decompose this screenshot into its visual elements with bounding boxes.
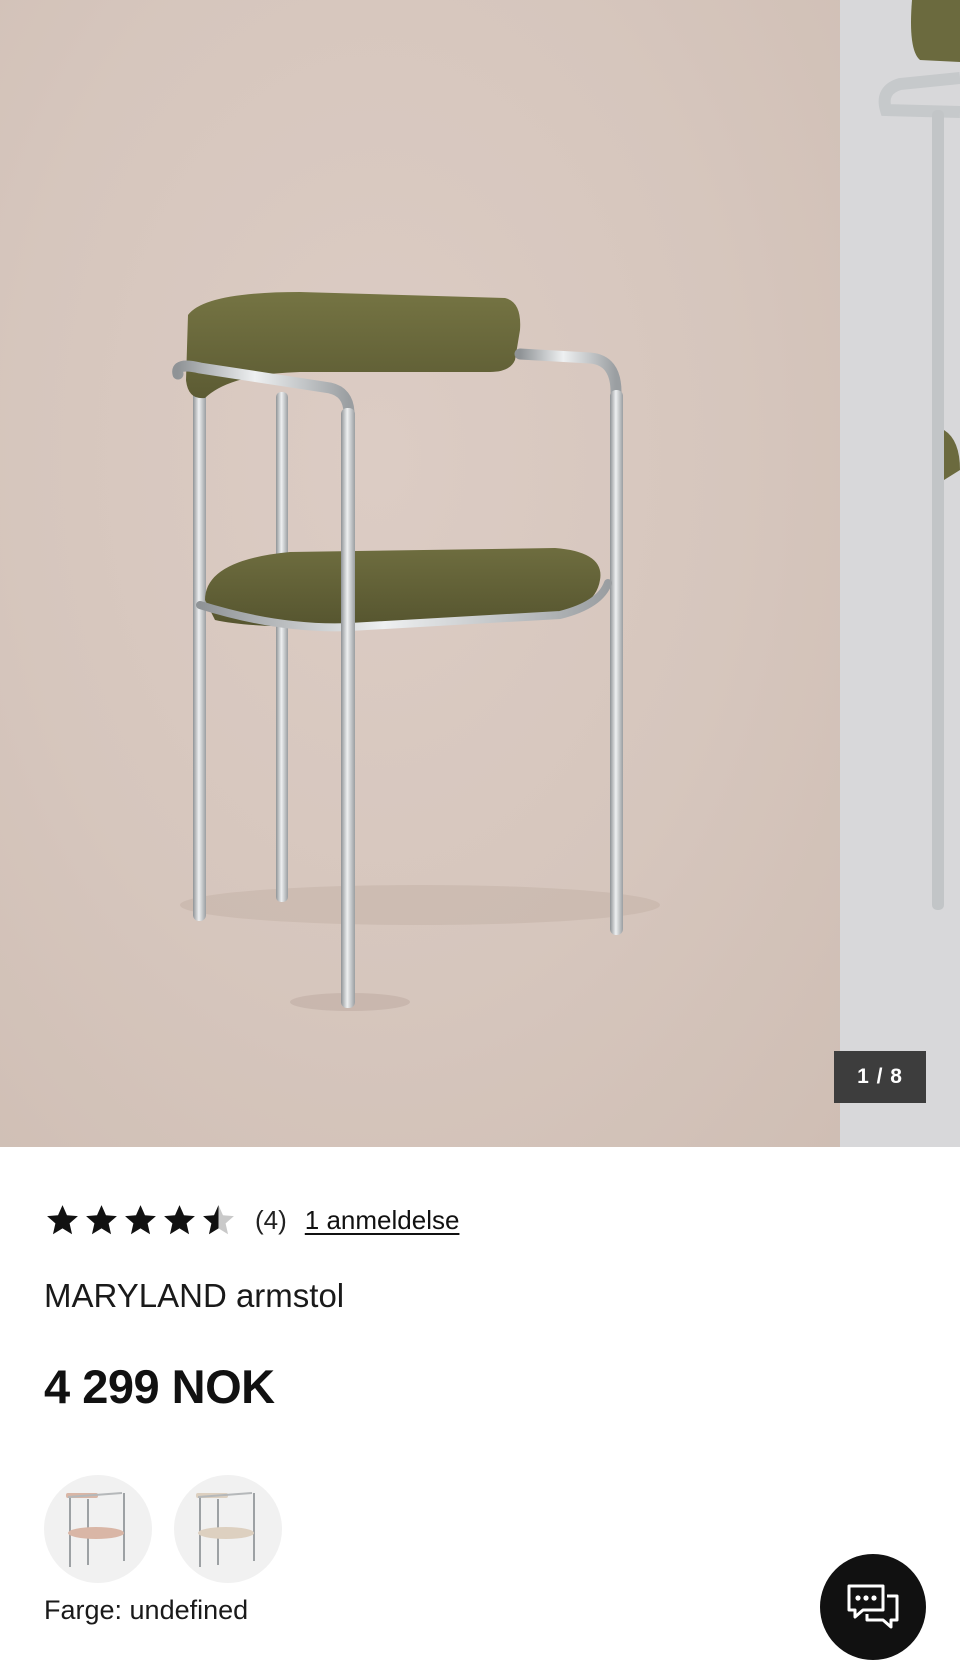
product-price: 4 299 NOK — [44, 1360, 275, 1413]
star-icon — [125, 1204, 156, 1234]
color-swatches — [44, 1475, 282, 1583]
chair-thumbnail-beige — [196, 1492, 255, 1567]
rating-count: (4) — [255, 1204, 287, 1235]
rating-row: (4) 1 anmeldelse — [44, 1199, 459, 1241]
product-image-gallery[interactable]: 1 / 8 — [0, 0, 960, 1147]
product-image-next[interactable] — [840, 0, 960, 1147]
slide-counter: 1 / 8 — [834, 1051, 926, 1103]
chair-illustration-next — [878, 0, 960, 910]
color-swatch-pink[interactable] — [44, 1475, 152, 1583]
chair-thumbnail-pink — [66, 1492, 125, 1567]
color-label: Farge: undefined — [44, 1595, 249, 1625]
chair-illustration — [172, 292, 660, 1011]
chat-button[interactable] — [820, 1554, 926, 1660]
color-swatch-beige[interactable] — [174, 1475, 282, 1583]
star-icon — [164, 1204, 195, 1234]
product-title: MARYLAND armstol — [44, 1277, 345, 1314]
star-rating — [44, 1202, 237, 1239]
star-icon — [47, 1204, 78, 1234]
reviews-link[interactable]: 1 anmeldelse — [305, 1205, 460, 1236]
half-star-icon — [203, 1204, 234, 1234]
star-icon — [86, 1204, 117, 1234]
product-image-main[interactable] — [0, 0, 840, 1147]
chat-icon — [847, 1584, 899, 1629]
